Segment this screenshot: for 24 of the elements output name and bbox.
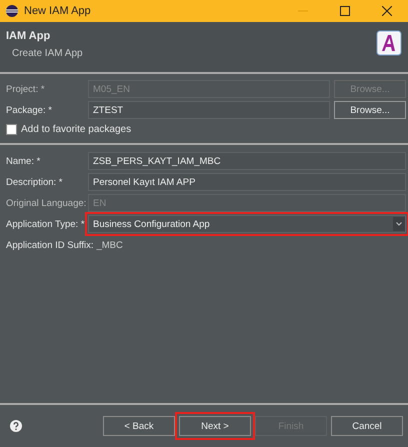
browse-button[interactable]: Browse... [334, 101, 406, 119]
wizard-button[interactable]: Cancel [331, 416, 403, 436]
field-label: Name: * [6, 156, 42, 166]
dropdown[interactable]: Business Configuration App [88, 215, 406, 233]
letter-a-icon [376, 30, 402, 56]
window-title: New IAM App [24, 5, 92, 17]
field-label: Description: * [6, 176, 64, 188]
eclipse-icon [6, 5, 18, 17]
field-label: Application Type: * [6, 218, 86, 230]
help-icon[interactable] [10, 420, 22, 432]
field-label: Project: * [6, 84, 46, 94]
wizard-button[interactable]: < Back [103, 416, 175, 436]
checkbox[interactable] [6, 124, 17, 134]
wizard-button[interactable]: Next > [179, 416, 251, 436]
checkbox-label: Add to favorite packages [21, 124, 132, 134]
page-subtitle: Create IAM App [11, 48, 83, 59]
suffix-value: _MBC [96, 240, 123, 250]
field-label: Original Language: [6, 198, 88, 208]
field-label: Package: * [6, 104, 53, 116]
page-title: IAM App [6, 30, 50, 42]
text-field[interactable]: Personel Kayıt IAM APP [88, 173, 406, 191]
field-label: Application ID Suffix: [6, 240, 94, 250]
text-field[interactable]: ZSB_PERS_KAYT_IAM_MBC [88, 152, 406, 170]
text-field[interactable]: ZTEST [88, 101, 330, 119]
